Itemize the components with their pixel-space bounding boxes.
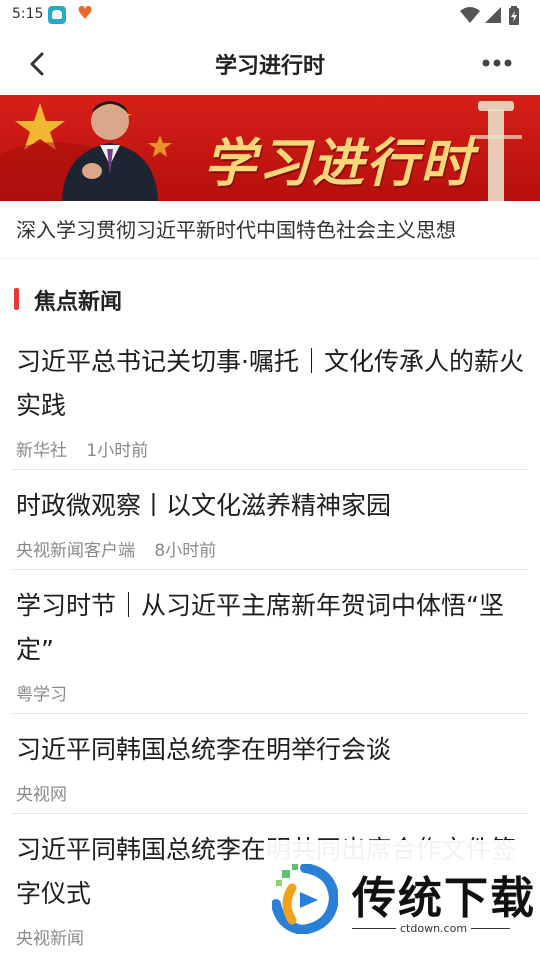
divider bbox=[12, 813, 528, 814]
news-headline: 习近平总书记关切事·嘱托｜文化传承人的薪火实践 bbox=[16, 347, 524, 420]
navigation-bar: 学习进行时 bbox=[0, 32, 540, 94]
news-item[interactable]: 时政微观察丨以文化滋养精神家园 央视新闻客户端 8小时前 bbox=[16, 484, 528, 561]
watermark-brand: 传统下载 bbox=[352, 873, 536, 924]
news-meta: 央视新闻客户端 8小时前 bbox=[16, 536, 528, 561]
news-source: 央视新闻 bbox=[16, 929, 84, 949]
news-time: 8小时前 bbox=[154, 541, 217, 561]
divider bbox=[12, 569, 528, 570]
news-source: 央视新闻客户端 bbox=[16, 541, 135, 561]
news-item[interactable]: 习近平同韩国总统李在明举行会谈 央视网 bbox=[16, 728, 528, 805]
news-meta: 央视网 bbox=[16, 780, 528, 805]
section-title: 焦点新闻 bbox=[34, 290, 123, 315]
news-headline: 学习时节｜从习近平主席新年贺词中体悟“坚定” bbox=[16, 591, 504, 664]
status-bar: 5:15 bbox=[0, 0, 540, 32]
news-headline: 习近平同韩国总统李在明举行会谈 bbox=[16, 735, 392, 764]
news-item[interactable]: 学习时节｜从习近平主席新年贺词中体悟“坚定” 粤学习 bbox=[16, 584, 528, 705]
divider bbox=[0, 258, 540, 259]
news-item[interactable]: 习近平总书记关切事·嘱托｜文化传承人的薪火实践 新华社 1小时前 bbox=[16, 340, 528, 461]
status-indicators bbox=[460, 6, 530, 25]
news-time: 1小时前 bbox=[86, 441, 149, 461]
news-source: 新华社 bbox=[16, 441, 67, 461]
watermark: 传统下载 ctdown.com bbox=[264, 840, 540, 960]
more-options-button[interactable] bbox=[478, 52, 518, 74]
news-meta: 新华社 1小时前 bbox=[16, 436, 528, 461]
banner-title: 学习进行时 bbox=[204, 133, 475, 194]
notification-heart-icon bbox=[76, 3, 94, 24]
banner[interactable]: 学习进行时 bbox=[0, 95, 540, 201]
watermark-logo-icon bbox=[272, 864, 338, 934]
news-headline: 时政微观察丨以文化滋养精神家园 bbox=[16, 491, 392, 520]
news-source: 粤学习 bbox=[16, 685, 67, 705]
watermark-url: ctdown.com bbox=[396, 922, 472, 935]
news-meta: 粤学习 bbox=[16, 680, 528, 705]
cellular-signal-icon bbox=[485, 7, 501, 23]
status-time: 5:15 bbox=[12, 6, 44, 22]
notification-app-icon bbox=[48, 6, 66, 24]
wifi-icon bbox=[460, 7, 480, 23]
section-accent-bar bbox=[14, 288, 19, 310]
news-source: 央视网 bbox=[16, 785, 67, 805]
divider bbox=[12, 469, 528, 470]
battery-icon bbox=[509, 6, 519, 25]
divider bbox=[12, 713, 528, 714]
page-title: 学习进行时 bbox=[214, 54, 325, 79]
more-horizontal-icon bbox=[482, 59, 512, 67]
banner-subtitle: 深入学习贯彻习近平新时代中国特色社会主义思想 bbox=[16, 218, 456, 242]
